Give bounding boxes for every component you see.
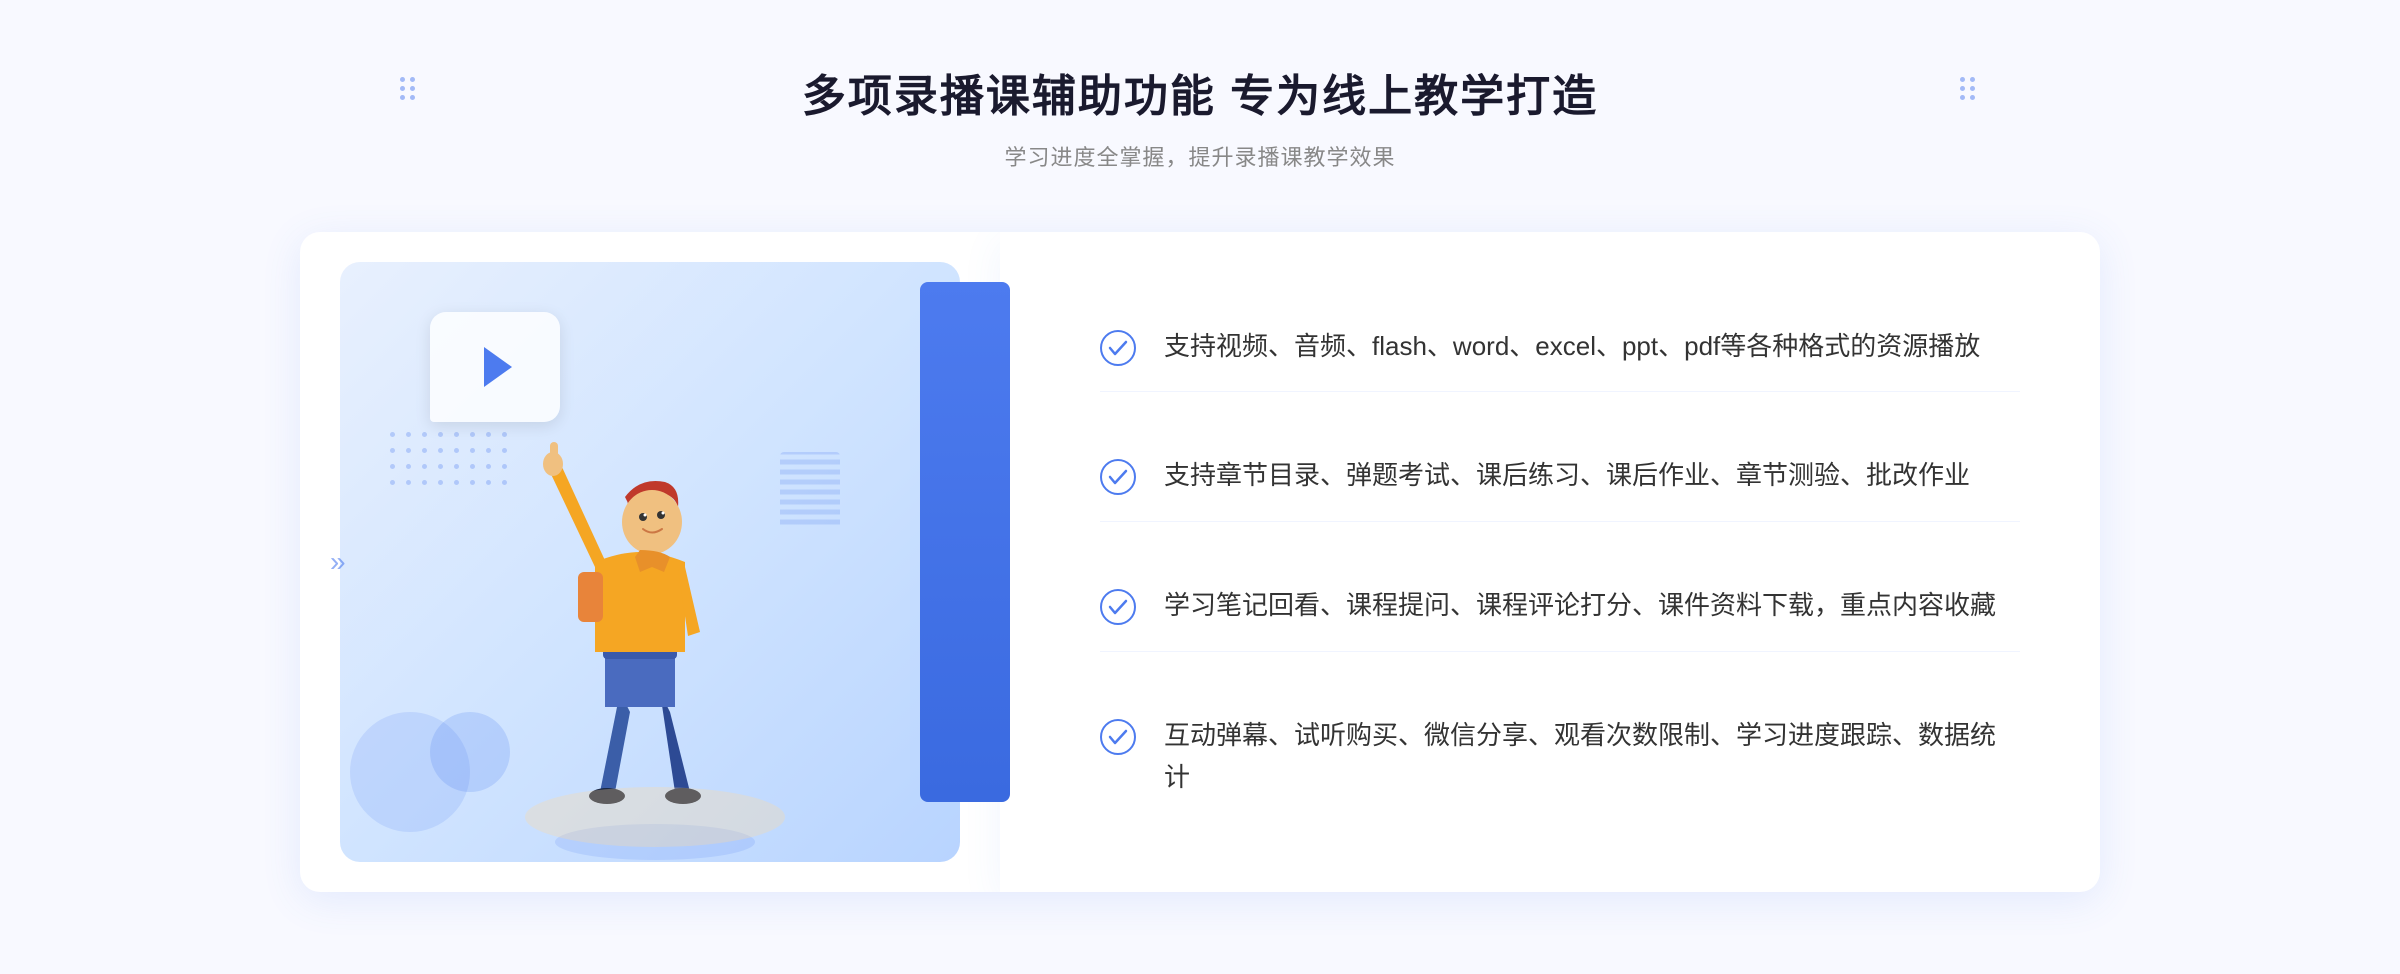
feature-text-2: 支持章节目录、弹题考试、课后练习、课后作业、章节测验、批改作业 xyxy=(1164,455,1970,497)
check-icon-3 xyxy=(1100,589,1136,625)
dots-grid-decoration xyxy=(390,432,512,522)
main-card: 支持视频、音频、flash、word、excel、ppt、pdf等各种格式的资源… xyxy=(300,232,2100,892)
arrow-left-decoration: » xyxy=(330,548,346,576)
feature-item-1: 支持视频、音频、flash、word、excel、ppt、pdf等各种格式的资源… xyxy=(1100,302,2020,393)
content-area: » xyxy=(300,232,2100,892)
feature-text-4: 互动弹幕、试听购买、微信分享、观看次数限制、学习进度跟踪、数据统计 xyxy=(1164,715,2020,798)
blue-accent-panel xyxy=(920,282,1010,802)
check-icon-4 xyxy=(1100,719,1136,755)
person-illustration xyxy=(500,352,820,872)
dots-decoration-left xyxy=(400,80,440,96)
dots-decoration-right xyxy=(1960,80,2000,96)
chevron-left-icon: » xyxy=(330,548,346,576)
feature-item-2: 支持章节目录、弹题考试、课后练习、课后作业、章节测验、批改作业 xyxy=(1100,431,2020,522)
feature-item-3: 学习笔记回看、课程提问、课程评论打分、课件资料下载，重点内容收藏 xyxy=(1100,561,2020,652)
check-icon-2 xyxy=(1100,459,1136,495)
illustration-area xyxy=(300,232,1000,892)
features-panel: 支持视频、音频、flash、word、excel、ppt、pdf等各种格式的资源… xyxy=(1000,232,2100,892)
feature-item-4: 互动弹幕、试听购买、微信分享、观看次数限制、学习进度跟踪、数据统计 xyxy=(1100,691,2020,822)
check-icon-1 xyxy=(1100,330,1136,366)
header-section: 多项录播课辅助功能 专为线上教学打造 学习进度全掌握，提升录播课教学效果 xyxy=(802,60,1598,172)
page-title: 多项录播课辅助功能 专为线上教学打造 xyxy=(802,60,1598,124)
feature-text-1: 支持视频、音频、flash、word、excel、ppt、pdf等各种格式的资源… xyxy=(1164,326,1980,368)
page-container: 多项录播课辅助功能 专为线上教学打造 学习进度全掌握，提升录播课教学效果 » xyxy=(0,0,2400,974)
deco-circle-medium xyxy=(430,712,510,792)
feature-text-3: 学习笔记回看、课程提问、课程评论打分、课件资料下载，重点内容收藏 xyxy=(1164,585,1996,627)
page-subtitle: 学习进度全掌握，提升录播课教学效果 xyxy=(802,140,1598,172)
